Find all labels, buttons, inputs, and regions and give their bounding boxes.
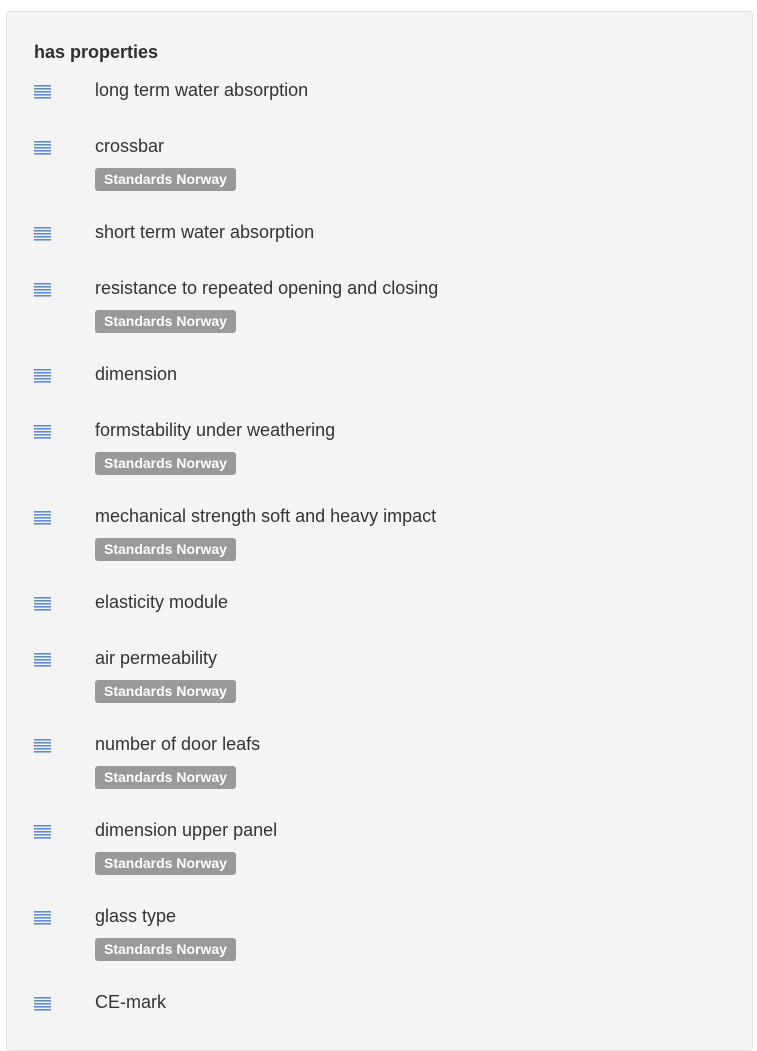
- list-lines-icon[interactable]: [34, 738, 52, 754]
- property-link[interactable]: dimension: [95, 364, 177, 385]
- source-badge: Standards Norway: [95, 310, 236, 333]
- source-badge: Standards Norway: [95, 680, 236, 703]
- property-link[interactable]: long term water absorption: [95, 80, 308, 101]
- list-lines-icon[interactable]: [34, 84, 52, 100]
- property-link[interactable]: glass type: [95, 906, 176, 927]
- property-link[interactable]: crossbar: [95, 136, 164, 157]
- property-link[interactable]: air permeability: [95, 648, 217, 669]
- property-link[interactable]: resistance to repeated opening and closi…: [95, 278, 438, 299]
- source-badge: Standards Norway: [95, 168, 236, 191]
- list-lines-icon[interactable]: [34, 596, 52, 612]
- property-link[interactable]: formstability under weathering: [95, 420, 335, 441]
- property-link[interactable]: dimension upper panel: [95, 820, 277, 841]
- list-lines-icon[interactable]: [34, 226, 52, 242]
- list-lines-icon[interactable]: [34, 140, 52, 156]
- property-link[interactable]: CE-mark: [95, 992, 166, 1013]
- section-title: has properties: [34, 42, 159, 62]
- list-lines-icon[interactable]: [34, 282, 52, 298]
- list-lines-icon[interactable]: [34, 424, 52, 440]
- list-lines-icon[interactable]: [34, 824, 52, 840]
- property-link[interactable]: number of door leafs: [95, 734, 260, 755]
- list-lines-icon[interactable]: [34, 910, 52, 926]
- source-badge: Standards Norway: [95, 766, 236, 789]
- property-link[interactable]: mechanical strength soft and heavy impac…: [95, 506, 436, 527]
- source-badge: Standards Norway: [95, 538, 236, 561]
- list-lines-icon[interactable]: [34, 652, 52, 668]
- property-link[interactable]: elasticity module: [95, 592, 228, 613]
- source-badge: Standards Norway: [95, 938, 236, 961]
- list-lines-icon[interactable]: [34, 368, 52, 384]
- source-badge: Standards Norway: [95, 852, 236, 875]
- list-lines-icon[interactable]: [34, 510, 52, 526]
- source-badge: Standards Norway: [95, 452, 236, 475]
- property-link[interactable]: short term water absorption: [95, 222, 314, 243]
- list-lines-icon[interactable]: [34, 996, 52, 1012]
- properties-panel: has properties long term water absorptio…: [6, 11, 753, 1051]
